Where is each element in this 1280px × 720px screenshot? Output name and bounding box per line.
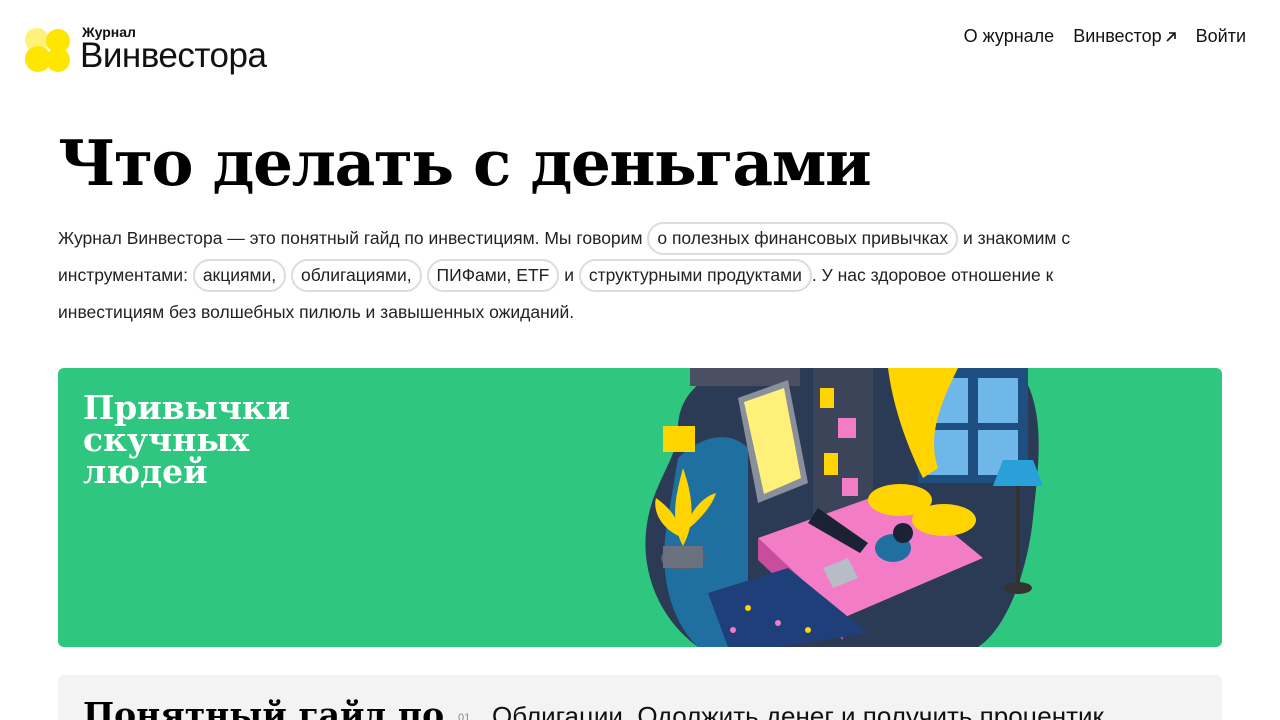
intro-text-1: Журнал Винвестора — это понятный гайд по… (58, 228, 648, 248)
card-title: Привычки скучных людей (83, 388, 291, 491)
panel-title: Понятный гайд по (83, 695, 445, 720)
nav-login[interactable]: Войти (1196, 26, 1246, 47)
panel-item-number: 01 (458, 712, 471, 720)
chip-stocks[interactable]: акциями, (192, 259, 287, 292)
bedroom-illustration (645, 368, 1043, 647)
chip-funds-etf[interactable]: ПИФами, ETF (426, 259, 560, 292)
chip-financial-habits[interactable]: о полезных финансовых привычках (647, 222, 959, 255)
chip-bonds[interactable]: облигациями, (291, 259, 422, 292)
habits-card[interactable]: Привычки скучных людей (58, 368, 1222, 647)
external-link-arrow-icon (1166, 31, 1176, 42)
nav-about[interactable]: О журнале (964, 26, 1055, 47)
nav-vinvestor[interactable]: Винвестор (1073, 26, 1176, 47)
guide-panel: Понятный гайд по 01 Облигации. Одолжить … (58, 675, 1222, 720)
page-title: Что делать с деньгами (58, 126, 872, 200)
logo-big-text: Винвестора (80, 36, 267, 75)
chip-structured-products[interactable]: структурными продуктами (578, 259, 812, 292)
site-logo[interactable]: Журнал Винвестора (24, 22, 284, 78)
nav-vinvestor-label: Винвестор (1073, 26, 1162, 46)
intro-paragraph: Журнал Винвестора — это понятный гайд по… (58, 220, 1138, 331)
site-header: Журнал Винвестора О журнале Винвестор Во… (0, 0, 1280, 80)
main-nav: О журнале Винвестор Войти (964, 26, 1246, 47)
intro-text-3: и (559, 265, 579, 285)
panel-item-bonds[interactable]: Облигации. Одолжить денег и получить про… (492, 701, 1104, 720)
logo-icon (25, 28, 70, 72)
